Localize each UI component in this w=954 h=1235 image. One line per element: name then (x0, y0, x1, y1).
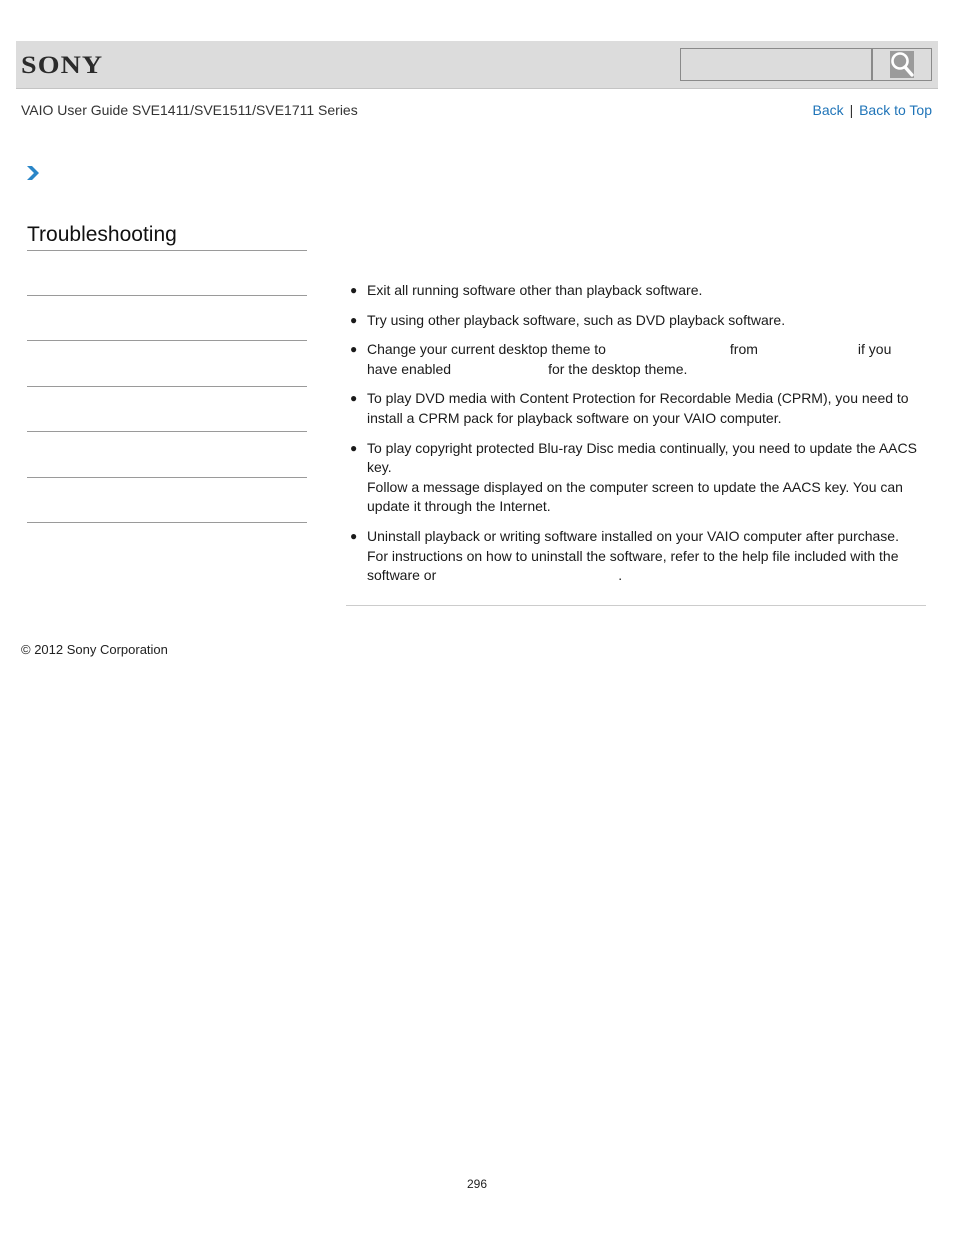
page-number: 296 (466, 1177, 488, 1191)
list-item: ● To play DVD media with Content Protect… (350, 390, 909, 426)
top-links: Back | Back to Top (813, 102, 932, 118)
sidebar-item[interactable] (27, 386, 307, 387)
back-to-top-link[interactable]: Back to Top (859, 102, 932, 118)
bullet: ● (350, 391, 358, 406)
sidebar-item[interactable] (27, 340, 307, 341)
bullet: ● (350, 283, 358, 297)
list-item: ● Exit all running software other than p… (346, 281, 928, 301)
back-link[interactable]: Back (813, 102, 844, 118)
main-content: ● Exit all running software other than p… (346, 281, 928, 596)
link-separator: | (849, 102, 854, 118)
bullet: ● (350, 342, 358, 357)
chevron-right-icon[interactable] (26, 165, 40, 181)
sidebar-title: Troubleshooting (27, 222, 307, 251)
list-item: ● Change your current desktop theme to fr… (350, 341, 892, 377)
list-item: ● To play copyright protected Blu-ray Di… (350, 439, 917, 515)
content-divider (346, 605, 926, 606)
guide-title: VAIO User Guide SVE1411/SVE1511/SVE1711 … (21, 102, 358, 118)
tips-list: ● Exit all running software other than p… (346, 281, 928, 586)
search-input[interactable] (680, 48, 872, 81)
copyright: © 2012 Sony Corporation (21, 642, 168, 657)
bullet: ● (350, 528, 358, 543)
sidebar-item[interactable] (27, 477, 307, 478)
sidebar-item[interactable] (27, 431, 307, 432)
sidebar-item[interactable] (27, 295, 307, 296)
list-item: ● Try using other playback software, suc… (346, 311, 928, 331)
header-bar: SONY (16, 41, 938, 89)
sony-logo: SONY (21, 52, 104, 79)
search-icon (890, 51, 914, 78)
list-item: ● Uninstall playback or writing software… (350, 527, 899, 584)
search-button[interactable] (871, 48, 932, 81)
bullet: ● (350, 440, 358, 455)
bullet: ● (350, 312, 358, 327)
sidebar-item[interactable] (27, 522, 307, 523)
sidebar: Troubleshooting (27, 222, 307, 523)
